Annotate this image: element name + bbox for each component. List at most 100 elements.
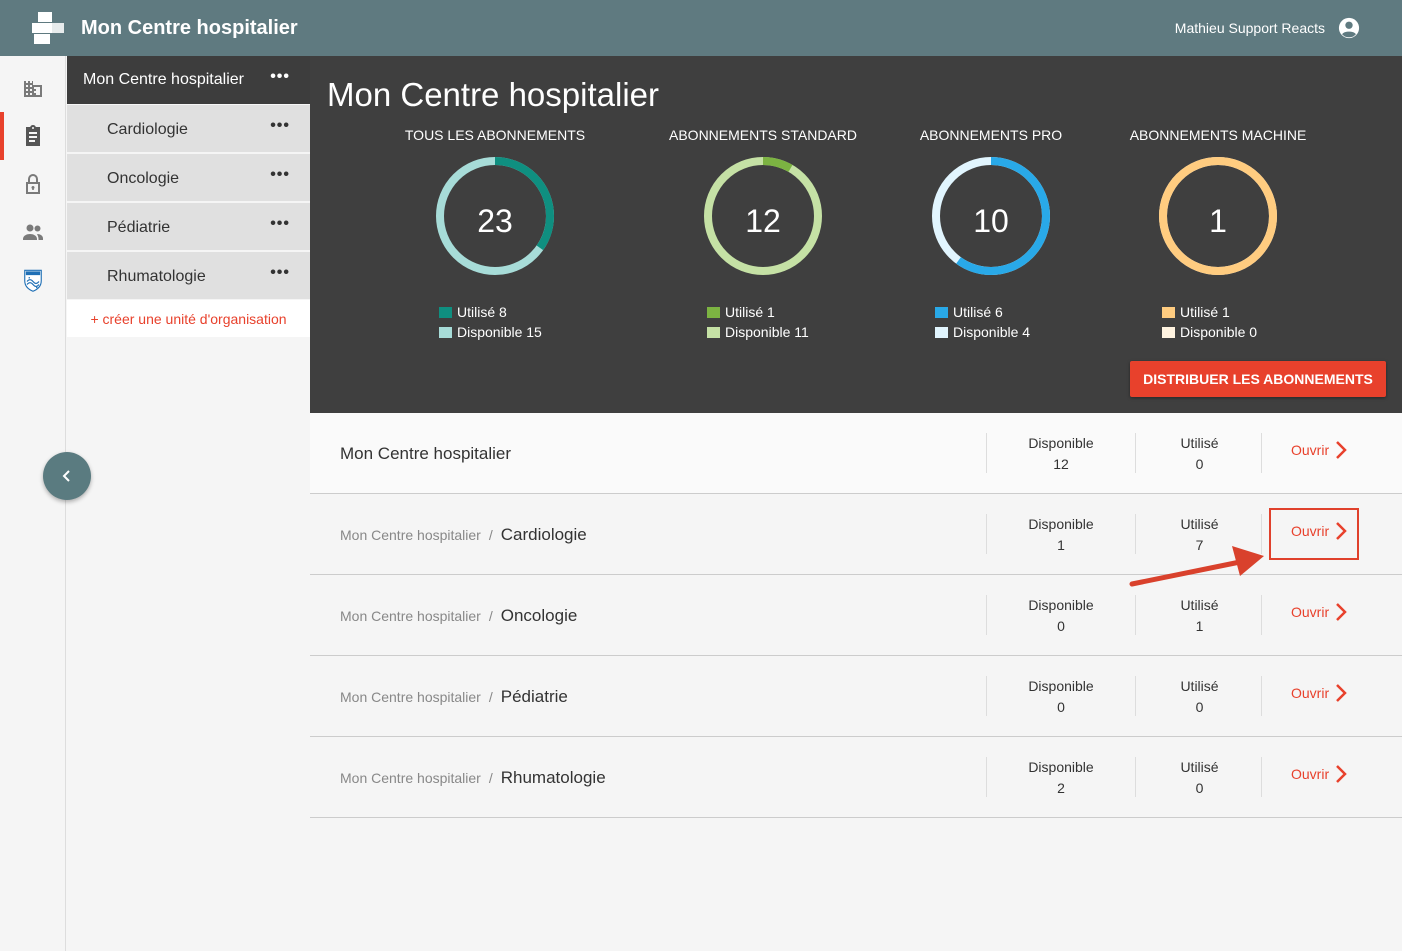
rail-item-users[interactable] — [0, 208, 66, 256]
legend-used: Utilisé 1 — [1180, 304, 1230, 320]
org-item-rhumatologie[interactable]: Rhumatologie ••• — [67, 252, 310, 300]
lock-icon — [26, 174, 40, 194]
open-label: Ouvrir — [1291, 523, 1330, 539]
open-label: Ouvrir — [1291, 604, 1330, 620]
more-options-icon[interactable]: ••• — [270, 264, 290, 282]
path-separator: / — [488, 527, 493, 543]
path-separator: / — [488, 689, 493, 705]
open-unit-link[interactable]: Ouvrir — [1291, 522, 1347, 540]
used-label: Utilisé — [1180, 759, 1219, 775]
used-value: 1 — [1195, 618, 1204, 634]
unit-parent[interactable]: Mon Centre hospitalier — [340, 689, 481, 705]
philips-shield-icon — [24, 269, 42, 292]
collapse-panel-button[interactable] — [43, 452, 91, 500]
available-swatch — [1162, 326, 1175, 338]
used-label: Utilisé — [1180, 435, 1219, 451]
more-options-icon[interactable]: ••• — [270, 117, 290, 135]
open-unit-link[interactable]: Ouvrir — [1291, 765, 1347, 783]
account-circle-icon[interactable] — [1338, 17, 1360, 39]
available-label: Disponible — [1028, 516, 1094, 532]
open-label: Ouvrir — [1291, 442, 1330, 458]
ring-label: ABONNEMENTS STANDARD — [669, 127, 857, 143]
available-stat: Disponible 2 — [986, 757, 1136, 797]
available-value: 12 — [1053, 456, 1069, 472]
clipboard-icon — [26, 125, 40, 146]
user-name[interactable]: Mathieu Support Reacts — [1175, 20, 1325, 36]
unit-path: Mon Centre hospitalier / Rhumatologie — [340, 768, 606, 788]
chevron-right-icon — [1336, 441, 1347, 459]
ring-total: 12 — [745, 203, 781, 239]
unit-name: Rhumatologie — [500, 768, 606, 787]
org-unit-list: Mon Centre hospitalier Disponible 12 Util… — [310, 413, 1402, 818]
org-item-cardiologie[interactable]: Cardiologie ••• — [67, 105, 310, 153]
ring-legend: Utilisé 6 Disponible 4 — [935, 302, 1030, 342]
available-value: 0 — [1057, 699, 1065, 715]
unit-name: Pédiatrie — [500, 687, 568, 706]
ring-all-subscriptions: TOUS LES ABONNEMENTS 23 Utilisé 8 Dispon… — [375, 127, 615, 347]
used-label: Utilisé — [1180, 516, 1219, 532]
available-label: Disponible — [1028, 759, 1094, 775]
distribute-subscriptions-button[interactable]: DISTRIBUER LES ABONNEMENTS — [1130, 361, 1386, 397]
org-root-item[interactable]: Mon Centre hospitalier ••• — [67, 56, 310, 104]
available-value: 0 — [1057, 618, 1065, 634]
org-item-label: Rhumatologie — [107, 268, 206, 285]
ring-total: 10 — [973, 203, 1009, 239]
unit-row: Mon Centre hospitalier / Rhumatologie Disp… — [310, 737, 1402, 818]
arrow-annotation-icon — [1129, 546, 1264, 587]
available-stat: Disponible 0 — [986, 676, 1136, 716]
unit-path: Mon Centre hospitalier / Pédiatrie — [340, 687, 568, 707]
app-logo-icon[interactable] — [30, 10, 66, 46]
ring-total: 23 — [477, 203, 513, 239]
building-icon — [24, 81, 42, 97]
ring-label: ABONNEMENTS PRO — [919, 127, 1063, 143]
available-value: 2 — [1057, 780, 1065, 796]
unit-row: Mon Centre hospitalier Disponible 12 Util… — [310, 413, 1402, 494]
unit-path: Mon Centre hospitalier / Oncologie — [340, 606, 577, 626]
open-unit-link[interactable]: Ouvrir — [1291, 684, 1347, 702]
ring-label: ABONNEMENTS MACHINE — [1129, 127, 1307, 143]
used-stat: Utilisé 0 — [1138, 676, 1262, 716]
legend-available: Disponible 0 — [1180, 324, 1258, 340]
unit-row: Mon Centre hospitalier / Pédiatrie Disponi… — [310, 656, 1402, 737]
create-org-unit-link[interactable]: + créer une unité d'organisation — [67, 300, 310, 337]
ring-machine-subscriptions: ABONNEMENTS MACHINE 1 Utilisé 1 Disponib… — [1098, 127, 1338, 347]
used-value: 0 — [1195, 780, 1204, 796]
used-swatch — [707, 306, 720, 318]
ring-standard-subscriptions: ABONNEMENTS STANDARD 12 Utilisé 1 Dispon… — [643, 127, 883, 347]
more-options-icon[interactable]: ••• — [270, 166, 290, 184]
legend-used: Utilisé 8 — [457, 304, 507, 320]
unit-path: Mon Centre hospitalier — [340, 444, 511, 464]
available-stat: Disponible 0 — [986, 595, 1136, 635]
used-value: 0 — [1195, 456, 1204, 472]
ring-pro-subscriptions: ABONNEMENTS PRO 10 Utilisé 6 Disponible … — [871, 127, 1111, 347]
unit-parent[interactable]: Mon Centre hospitalier — [340, 608, 481, 624]
used-stat: Utilisé 1 — [1138, 595, 1262, 635]
used-label: Utilisé — [1180, 678, 1219, 694]
unit-parent[interactable]: Mon Centre hospitalier — [340, 527, 481, 543]
available-swatch — [439, 326, 452, 338]
unit-name: Mon Centre hospitalier — [340, 444, 512, 463]
rail-item-security[interactable] — [0, 160, 66, 208]
page-title: Mon Centre hospitalier — [327, 76, 659, 113]
rail-item-philips[interactable] — [0, 256, 66, 304]
open-unit-link[interactable]: Ouvrir — [1291, 441, 1347, 459]
rail-item-subscriptions[interactable] — [0, 112, 66, 160]
rail-item-organisation[interactable] — [0, 64, 66, 112]
used-stat: Utilisé 0 — [1138, 433, 1262, 473]
more-options-icon[interactable]: ••• — [270, 68, 290, 86]
org-item-label: Pédiatrie — [107, 219, 171, 236]
unit-path: Mon Centre hospitalier / Cardiologie — [340, 525, 587, 545]
ring-legend: Utilisé 1 Disponible 11 — [707, 302, 809, 342]
legend-available: Disponible 4 — [953, 324, 1031, 340]
open-unit-link[interactable]: Ouvrir — [1291, 603, 1347, 621]
legend-available: Disponible 15 — [457, 324, 542, 340]
app-title: Mon Centre hospitalier — [81, 17, 298, 39]
used-value: 0 — [1195, 699, 1204, 715]
org-item-pediatrie[interactable]: Pédiatrie ••• — [67, 203, 310, 251]
legend-used: Utilisé 6 — [953, 304, 1003, 320]
unit-name: Cardiologie — [500, 525, 587, 544]
org-item-oncologie[interactable]: Oncologie ••• — [67, 154, 310, 202]
unit-parent[interactable]: Mon Centre hospitalier — [340, 770, 481, 786]
more-options-icon[interactable]: ••• — [270, 215, 290, 233]
open-label: Ouvrir — [1291, 766, 1330, 782]
